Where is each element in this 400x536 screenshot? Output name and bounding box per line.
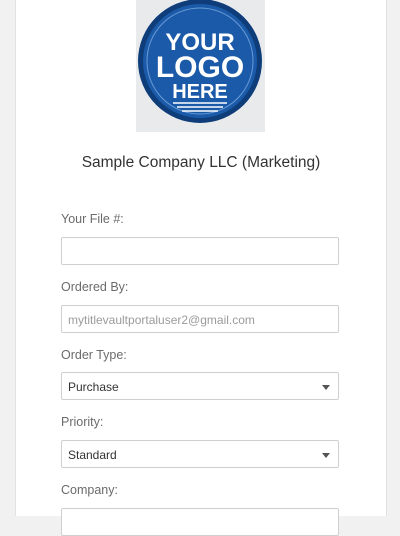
- order-form-card: YOUR LOGO HERE Sample Company LLC (Marke…: [15, 0, 387, 536]
- ordered-by-field[interactable]: mytitlevaultportaluser2@gmail.com: [61, 305, 339, 333]
- order-type-label: Order Type:: [61, 348, 127, 362]
- order-type-select[interactable]: Purchase: [61, 372, 339, 400]
- order-type-value: Purchase: [68, 380, 119, 394]
- ordered-by-value: mytitlevaultportaluser2@gmail.com: [68, 313, 255, 327]
- logo-badge-icon: YOUR LOGO HERE: [138, 0, 262, 123]
- company-logo: YOUR LOGO HERE: [136, 0, 265, 132]
- logo-text-line3: HERE: [172, 81, 228, 103]
- logo-text-line2: LOGO: [156, 51, 244, 84]
- priority-select[interactable]: Standard: [61, 440, 339, 468]
- file-number-label: Your File #:: [61, 212, 124, 226]
- company-input[interactable]: [61, 508, 339, 536]
- chevron-down-icon: [322, 453, 330, 458]
- priority-label: Priority:: [61, 415, 104, 429]
- company-name: Sample Company LLC (Marketing): [81, 154, 321, 171]
- company-label: Company:: [61, 483, 118, 497]
- chevron-down-icon: [322, 385, 330, 390]
- ordered-by-label: Ordered By:: [61, 280, 129, 294]
- priority-value: Standard: [68, 448, 117, 462]
- file-number-input[interactable]: [61, 237, 339, 265]
